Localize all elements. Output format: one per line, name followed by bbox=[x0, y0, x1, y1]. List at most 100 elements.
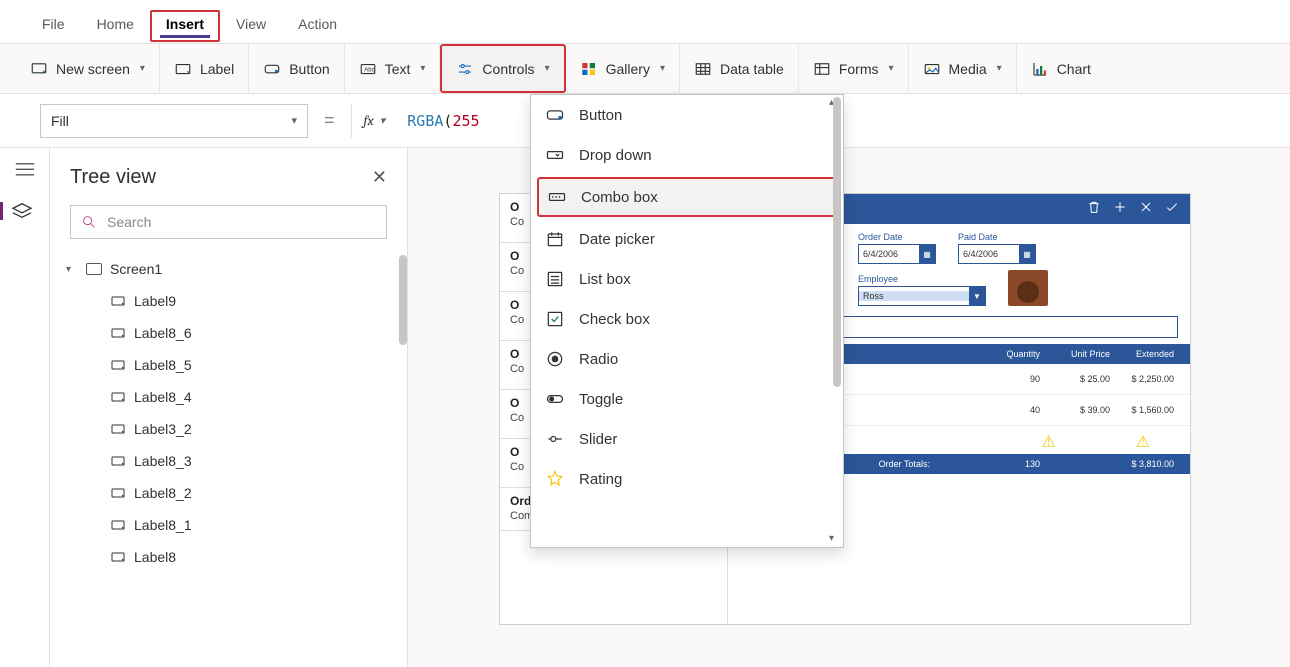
chevron-down-icon: ▾ bbox=[420, 63, 425, 74]
ribbon-label[interactable]: Label bbox=[160, 44, 249, 93]
tree-node[interactable]: Label8_2 bbox=[50, 477, 407, 509]
tree-node-label: Label8 bbox=[134, 549, 176, 565]
ribbon-text-label: Text bbox=[385, 61, 411, 77]
property-selector[interactable]: Fill ▾ bbox=[40, 104, 308, 138]
ribbon-controls-label: Controls bbox=[482, 61, 534, 77]
col-unit: Unit Price bbox=[1040, 349, 1110, 359]
ribbon-gallery[interactable]: Gallery ▾ bbox=[566, 44, 680, 93]
tab-action[interactable]: Action bbox=[282, 10, 353, 42]
tree-node-screen1[interactable]: ▾ Screen1 bbox=[50, 253, 407, 285]
dropdown-scrollbar-thumb[interactable] bbox=[833, 97, 841, 387]
tree-node[interactable]: Label8_6 bbox=[50, 317, 407, 349]
formula-arg: 255 bbox=[452, 112, 479, 130]
employee-value: Ross bbox=[859, 291, 969, 301]
tree-node-label: Label8_2 bbox=[134, 485, 192, 501]
order-company: Co bbox=[510, 461, 524, 473]
ribbon-text[interactable]: Abc Text ▾ bbox=[345, 44, 441, 93]
warning-icon: ⚠ bbox=[1136, 432, 1150, 452]
dropdown-item-rating[interactable]: Rating bbox=[531, 459, 843, 499]
tree-node-label: Label3_2 bbox=[134, 421, 192, 437]
formula-open-paren: ( bbox=[443, 112, 452, 130]
dropdown-item-toggle[interactable]: Toggle bbox=[531, 379, 843, 419]
collapse-icon[interactable]: ▾ bbox=[66, 264, 78, 275]
paid-date-value: 6/4/2006 bbox=[959, 249, 1019, 259]
check-icon[interactable] bbox=[1164, 199, 1180, 220]
tab-home[interactable]: Home bbox=[81, 10, 150, 42]
ribbon-forms[interactable]: Forms ▾ bbox=[799, 44, 909, 93]
dropdown-item-dropdown[interactable]: Drop down bbox=[531, 135, 843, 175]
ribbon-chart[interactable]: Chart bbox=[1017, 44, 1105, 93]
trash-icon[interactable] bbox=[1086, 199, 1102, 220]
ribbon-media[interactable]: Media ▾ bbox=[909, 44, 1017, 93]
dropdown-item-label: List box bbox=[579, 271, 631, 288]
formula-input[interactable]: RGBA ( 255 bbox=[407, 112, 479, 130]
tree-node[interactable]: Label8_1 bbox=[50, 509, 407, 541]
ribbon-button[interactable]: Button bbox=[249, 44, 344, 93]
close-icon[interactable]: ✕ bbox=[372, 167, 387, 188]
dropdown-item-radio[interactable]: Radio bbox=[531, 339, 843, 379]
paid-date-picker[interactable]: 6/4/2006 ▦ bbox=[958, 244, 1036, 264]
order-date-label: Order Date bbox=[858, 232, 936, 242]
label-icon bbox=[110, 357, 126, 373]
line-qty: 40 bbox=[970, 405, 1040, 415]
formula-function: RGBA bbox=[407, 112, 443, 130]
cancel-icon[interactable] bbox=[1138, 199, 1154, 220]
tree-node[interactable]: Label3_2 bbox=[50, 413, 407, 445]
tree-search-input[interactable]: Search bbox=[70, 205, 387, 239]
label-icon bbox=[110, 293, 126, 309]
screen-icon bbox=[86, 263, 102, 275]
dropdown-item-label: Drop down bbox=[579, 147, 652, 164]
controls-icon bbox=[456, 60, 474, 78]
order-date-picker[interactable]: 6/4/2006 ▦ bbox=[858, 244, 936, 264]
tree-node[interactable]: Label8_5 bbox=[50, 349, 407, 381]
order-id: O bbox=[510, 200, 519, 214]
tree-node[interactable]: Label9 bbox=[50, 285, 407, 317]
tab-insert[interactable]: Insert bbox=[150, 10, 220, 42]
chevron-down-icon: ▾ bbox=[291, 114, 297, 127]
calendar-icon: ▦ bbox=[919, 245, 935, 263]
label-icon bbox=[110, 421, 126, 437]
scroll-down-icon[interactable]: ▾ bbox=[829, 533, 841, 545]
fx-selector[interactable]: fx ▾ bbox=[351, 104, 398, 138]
ribbon-forms-label: Forms bbox=[839, 61, 879, 77]
search-icon bbox=[81, 214, 97, 230]
forms-icon bbox=[813, 60, 831, 78]
calendar-icon bbox=[545, 229, 565, 249]
left-rail bbox=[0, 148, 50, 667]
tree-node-label: Label8_5 bbox=[134, 357, 192, 373]
tree-node[interactable]: Label8 bbox=[50, 541, 407, 573]
col-ext: Extended bbox=[1110, 349, 1180, 359]
ribbon-data-table[interactable]: Data table bbox=[680, 44, 799, 93]
tree-scrollbar-thumb[interactable] bbox=[399, 255, 407, 345]
tree-node[interactable]: Label8_3 bbox=[50, 445, 407, 477]
dropdown-item-datepicker[interactable]: Date picker bbox=[531, 219, 843, 259]
order-date-value: 6/4/2006 bbox=[859, 249, 919, 259]
order-company: Co bbox=[510, 412, 524, 424]
dropdown-item-checkbox[interactable]: Check box bbox=[531, 299, 843, 339]
dropdown-item-combobox[interactable]: Combo box bbox=[537, 177, 837, 217]
hamburger-icon[interactable] bbox=[14, 162, 36, 178]
order-id: O bbox=[510, 298, 519, 312]
gallery-icon bbox=[580, 60, 598, 78]
ribbon-label-text: Label bbox=[200, 61, 234, 77]
dropdown-item-slider[interactable]: Slider bbox=[531, 419, 843, 459]
tab-view[interactable]: View bbox=[220, 10, 282, 42]
tree-node[interactable]: Label8_4 bbox=[50, 381, 407, 413]
tree-search-placeholder: Search bbox=[107, 214, 151, 230]
dropdown-item-button[interactable]: Button bbox=[531, 95, 843, 135]
dropdown-item-listbox[interactable]: List box bbox=[531, 259, 843, 299]
chevron-down-icon: ▾ bbox=[660, 63, 665, 74]
combobox-icon bbox=[547, 187, 567, 207]
line-ext: $ 2,250.00 bbox=[1110, 374, 1180, 384]
tab-file[interactable]: File bbox=[26, 10, 81, 42]
label-icon bbox=[110, 453, 126, 469]
tree-node-label: Label8_6 bbox=[134, 325, 192, 341]
controls-dropdown: ▴ Button Drop down Combo box Date picker… bbox=[530, 94, 844, 548]
tree-view-rail-button[interactable] bbox=[0, 202, 49, 220]
star-icon bbox=[545, 469, 565, 489]
plus-icon[interactable] bbox=[1112, 199, 1128, 220]
ribbon-new-screen[interactable]: New screen ▾ bbox=[0, 44, 160, 93]
ribbon-controls[interactable]: Controls ▾ bbox=[440, 44, 565, 93]
order-company: Co bbox=[510, 363, 524, 375]
employee-combo[interactable]: Ross ▼ bbox=[858, 286, 986, 306]
